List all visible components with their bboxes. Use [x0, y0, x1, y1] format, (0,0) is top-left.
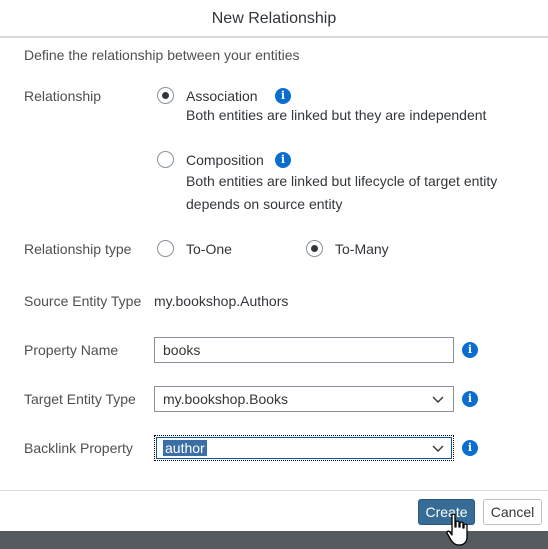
chevron-down-icon[interactable] — [431, 392, 445, 406]
property-name-input[interactable]: books — [154, 337, 454, 363]
backlink-property-select[interactable]: author — [154, 435, 454, 461]
association-description: Both entities are linked but they are in… — [186, 107, 487, 123]
property-name-label: Property Name — [24, 342, 119, 358]
info-icon[interactable]: i — [462, 391, 478, 407]
composition-description-line-2: depends on source entity — [186, 196, 343, 212]
to-many-radio[interactable] — [306, 240, 323, 257]
hand-pointer-icon — [446, 513, 468, 546]
to-one-label[interactable]: To-One — [186, 241, 232, 257]
info-icon[interactable]: i — [462, 440, 478, 456]
relationship-type-label: Relationship type — [24, 241, 132, 257]
chevron-down-icon[interactable] — [431, 441, 445, 455]
association-label[interactable]: Association — [186, 88, 258, 104]
info-icon[interactable]: i — [462, 342, 478, 358]
association-radio[interactable] — [157, 87, 174, 104]
target-entity-type-label: Target Entity Type — [24, 391, 136, 407]
dialog-title: New Relationship — [0, 0, 548, 38]
new-relationship-dialog: New Relationship Define the relationship… — [0, 0, 548, 531]
info-icon[interactable]: i — [275, 88, 291, 104]
relationship-label: Relationship — [24, 88, 102, 104]
target-entity-type-value: my.bookshop.Books — [163, 391, 289, 407]
composition-label[interactable]: Composition — [186, 152, 264, 168]
backlink-property-label: Backlink Property — [24, 440, 133, 456]
source-entity-type-label: Source Entity Type — [24, 293, 142, 309]
cancel-button[interactable]: Cancel — [483, 499, 542, 525]
source-entity-type-value: my.bookshop.Authors — [154, 293, 289, 309]
target-entity-type-select[interactable]: my.bookshop.Books — [154, 386, 454, 412]
to-many-label[interactable]: To-Many — [335, 241, 389, 257]
composition-description-line-1: Both entities are linked but lifecycle o… — [186, 173, 498, 189]
backlink-property-value: author — [163, 440, 207, 456]
info-icon[interactable]: i — [275, 152, 291, 168]
dialog-description: Define the relationship between your ent… — [24, 47, 300, 63]
composition-radio[interactable] — [157, 151, 174, 168]
to-one-radio[interactable] — [157, 240, 174, 257]
